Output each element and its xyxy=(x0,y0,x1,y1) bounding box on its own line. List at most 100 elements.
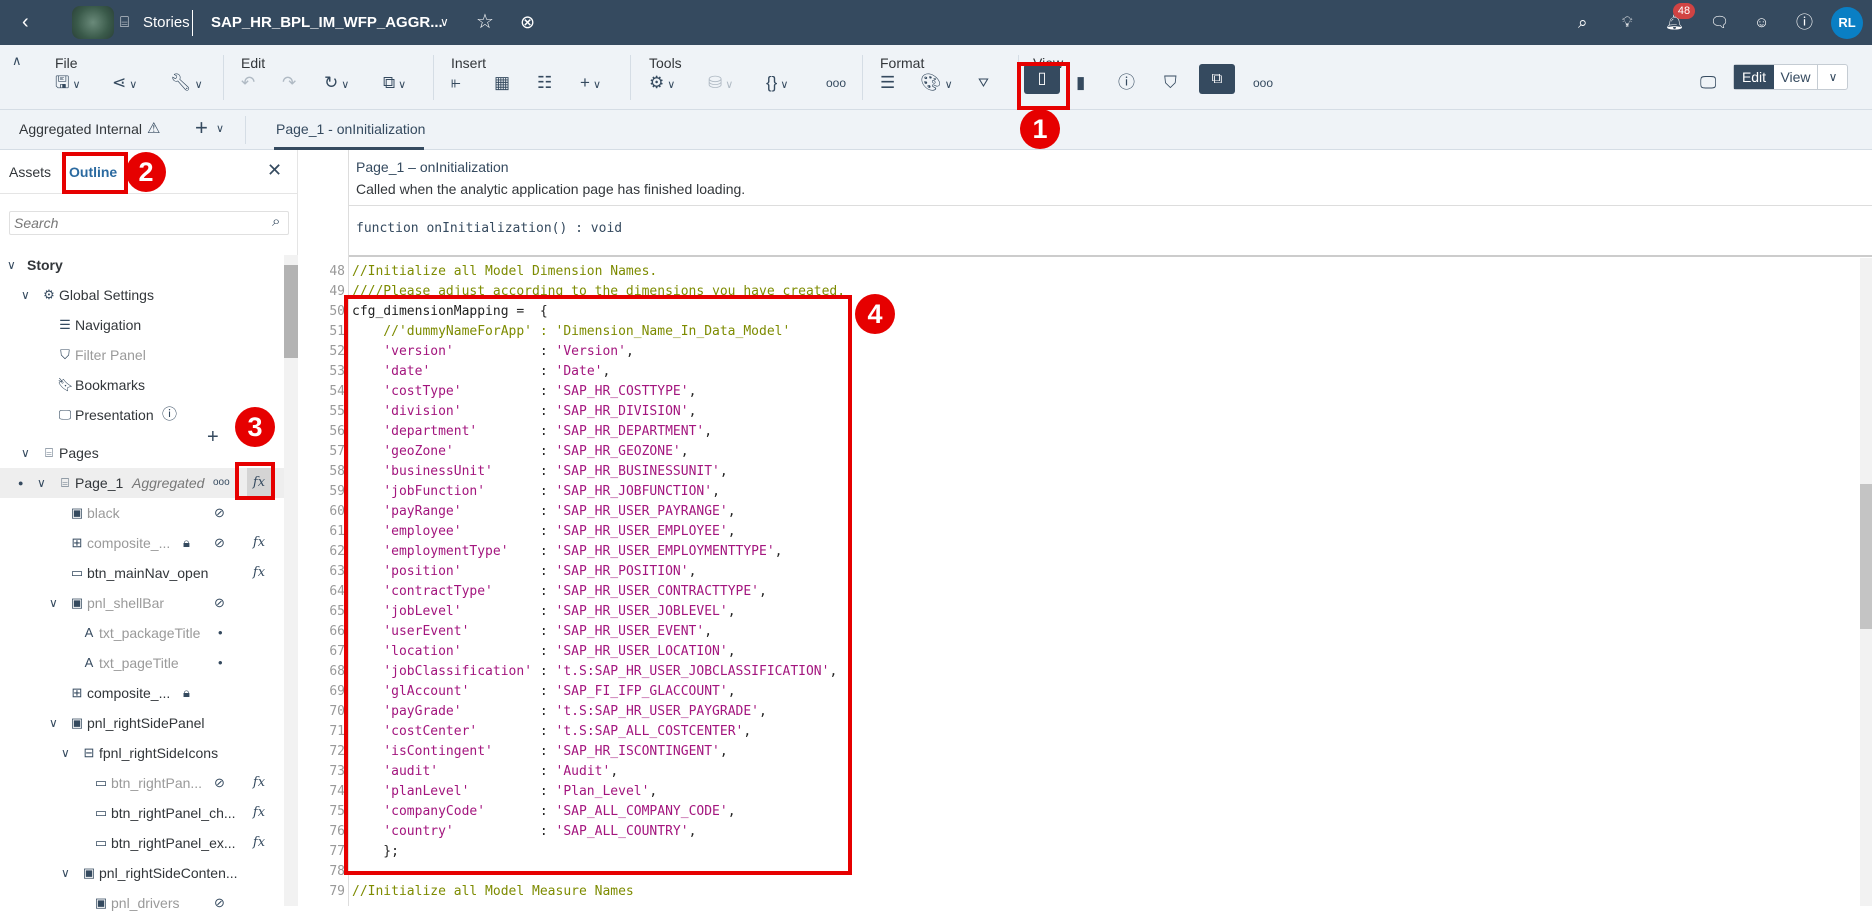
search-icon[interactable]: ⌕ xyxy=(1578,0,1588,45)
fx-script-icon[interactable]: fx xyxy=(247,528,271,558)
hidden-eye-icon[interactable]: ⊘ xyxy=(214,498,225,528)
collapse-toolbar-icon[interactable]: ∧ xyxy=(12,53,22,69)
tree-item[interactable]: ▭ btn_mainNav_open fx xyxy=(0,558,284,588)
tree-item[interactable]: ∨ ▣ pnl_rightSideConten... xyxy=(0,858,284,888)
title-chevron-down-icon[interactable]: ∨ xyxy=(440,0,449,45)
scripting-braces-icon[interactable]: {} ∨ xyxy=(766,72,788,94)
line-number: 55 xyxy=(329,404,345,419)
tab-assets[interactable]: Assets xyxy=(9,164,51,180)
model-name[interactable]: Aggregated Internal xyxy=(19,121,142,137)
share-icon[interactable]: ⋖ ∨ xyxy=(112,72,137,94)
view-mode-button[interactable]: View xyxy=(1774,65,1818,89)
chevron-down-icon[interactable]: ∨ xyxy=(61,858,70,888)
more-icon[interactable]: ooo xyxy=(1253,72,1273,94)
chevron-down-icon[interactable]: ∨ xyxy=(49,588,58,618)
outline-scrollbar[interactable] xyxy=(284,255,298,906)
chevron-down-icon[interactable]: ∨ xyxy=(7,250,16,280)
avatar[interactable]: RL xyxy=(1831,7,1863,39)
chevron-down-icon[interactable]: ∨ xyxy=(37,468,46,498)
refresh-icon[interactable]: ↻ ∨ xyxy=(324,72,349,94)
chevron-down-icon[interactable]: ∨ xyxy=(61,738,70,768)
table-icon[interactable]: ▦ xyxy=(494,72,510,94)
tree-item[interactable]: ∨ ⚙ Global Settings xyxy=(0,280,284,310)
tree-item[interactable]: 🔖︎ Bookmarks xyxy=(0,370,284,400)
panel-icon: ▣ xyxy=(94,895,108,910)
tree-item[interactable]: ∨ ⊟ fpnl_rightSideIcons xyxy=(0,738,284,768)
copy-icon[interactable]: ⧉ ∨ xyxy=(383,72,406,94)
tree-item[interactable]: ⊞ composite_... 🔒︎ xyxy=(0,678,284,708)
scripting-panel-button[interactable]: ⧉ xyxy=(1199,64,1235,94)
lightbulb-icon[interactable]: 💡︎ xyxy=(1622,0,1633,45)
more-icon[interactable]: ooo xyxy=(826,72,846,94)
annotation-box-1 xyxy=(1017,62,1070,110)
tab-page1-oninitialization[interactable]: Page_1 - onInitialization xyxy=(276,121,425,137)
star-icon[interactable]: ☆ xyxy=(476,0,494,45)
scrollbar-thumb[interactable] xyxy=(1860,484,1872,629)
tree-item[interactable]: ▭ btn_rightPanel_ex... fx xyxy=(0,828,284,858)
search-icon[interactable]: ⌕ xyxy=(272,213,280,230)
line-number: 51 xyxy=(329,324,345,339)
tree-item[interactable]: ▭ btn_rightPan... ⊘ fx xyxy=(0,768,284,798)
tree-item[interactable]: ☰ Navigation xyxy=(0,310,284,340)
input-control-icon[interactable]: ☷ xyxy=(537,72,552,94)
line-number: 53 xyxy=(329,364,345,379)
tree-item[interactable]: ▣ black ⊘ xyxy=(0,498,284,528)
stories-link[interactable]: Stories xyxy=(143,0,190,45)
tree-item[interactable]: Atxt_pageTitle • xyxy=(0,648,284,678)
editor-scrollbar[interactable] xyxy=(1860,258,1872,906)
edit-mode-button[interactable]: Edit xyxy=(1734,65,1774,89)
tools-gear-icon[interactable]: ⚙ ∨ xyxy=(649,72,675,94)
hidden-eye-icon[interactable]: ⊘ xyxy=(214,528,225,558)
info-icon[interactable]: ⓘ xyxy=(1118,72,1135,94)
add-icon[interactable]: + ∨ xyxy=(580,72,601,94)
add-icon[interactable]: + xyxy=(195,115,208,141)
help-icon[interactable]: ⓘ xyxy=(1796,0,1813,45)
wrench-icon[interactable]: 🔧︎ ∨ xyxy=(170,72,203,94)
data-icon[interactable]: ⛁ ∨ xyxy=(708,72,733,94)
chevron-down-icon[interactable]: ∨ xyxy=(21,438,30,468)
palette-icon[interactable]: 🎨︎ ∨ xyxy=(920,72,953,94)
save-icon[interactable]: 🖫 ∨ xyxy=(55,72,81,94)
back-icon[interactable]: ‹ xyxy=(22,0,29,45)
tree-item[interactable]: ⊞ composite_... 🔒︎ ⊘ fx xyxy=(0,528,284,558)
chevron-down-icon[interactable]: ∨ xyxy=(216,122,224,135)
close-icon[interactable]: ✕ xyxy=(267,160,282,181)
fx-script-icon[interactable]: fx xyxy=(247,768,271,798)
close-circle-icon[interactable]: ⊗ xyxy=(520,0,535,45)
chat-icon[interactable]: 🗨︎ xyxy=(1710,0,1729,45)
redo-icon[interactable]: ↷ xyxy=(282,72,296,94)
right-panel-toggle-icon[interactable]: ▮ xyxy=(1076,72,1085,94)
mode-chevron-down-icon[interactable]: ∨ xyxy=(1818,65,1848,89)
tree-item[interactable]: ∨ ▣ pnl_shellBar ⊘ xyxy=(0,588,284,618)
info-icon[interactable]: ⓘ xyxy=(162,400,177,430)
chart-icon[interactable]: ⫦ xyxy=(451,72,461,94)
tree-item[interactable]: ∨ Story xyxy=(0,250,284,280)
feedback-icon[interactable]: ☺ xyxy=(1754,0,1769,45)
code-line[interactable]: 79 //Initialize all Model Measure Names xyxy=(299,882,1859,902)
more-icon[interactable]: ooo xyxy=(213,468,230,498)
hidden-eye-icon[interactable]: ⊘ xyxy=(214,888,225,918)
chevron-down-icon[interactable]: ∨ xyxy=(21,280,30,310)
device-preview-icon[interactable]: 🖵︎ xyxy=(1700,72,1716,94)
search-input[interactable]: Search ⌕ xyxy=(9,211,289,235)
hidden-eye-icon[interactable]: ⊘ xyxy=(214,768,225,798)
tree-item[interactable]: ▣ pnl_drivers ⊘ xyxy=(0,888,284,918)
tree-item[interactable]: ▭ btn_rightPanel_ch... fx xyxy=(0,798,284,828)
fx-script-icon[interactable]: fx xyxy=(247,828,271,858)
fx-script-icon[interactable]: fx xyxy=(247,798,271,828)
tree-item-label: btn_rightPanel_ex... xyxy=(111,835,236,851)
tree-item[interactable]: ∨ ▣ pnl_rightSidePanel xyxy=(0,708,284,738)
hidden-eye-icon[interactable]: ⊘ xyxy=(214,588,225,618)
tree-item[interactable]: ⛉ Filter Panel xyxy=(0,340,284,370)
css-icon[interactable]: ⛛ xyxy=(978,72,989,94)
code-line[interactable]: 48 //Initialize all Model Dimension Names… xyxy=(299,262,1859,282)
scrollbar-thumb[interactable] xyxy=(284,265,298,358)
undo-icon[interactable]: ↶ xyxy=(241,72,255,94)
line-number: 64 xyxy=(329,584,345,599)
filter-icon[interactable]: ⛉ xyxy=(1164,72,1177,94)
tree-item[interactable]: Atxt_packageTitle • xyxy=(0,618,284,648)
fx-script-icon[interactable]: fx xyxy=(247,558,271,588)
chevron-down-icon[interactable]: ∨ xyxy=(49,708,58,738)
add-page-icon[interactable]: + xyxy=(207,422,219,452)
layout-icon[interactable]: ☰ xyxy=(880,72,895,94)
